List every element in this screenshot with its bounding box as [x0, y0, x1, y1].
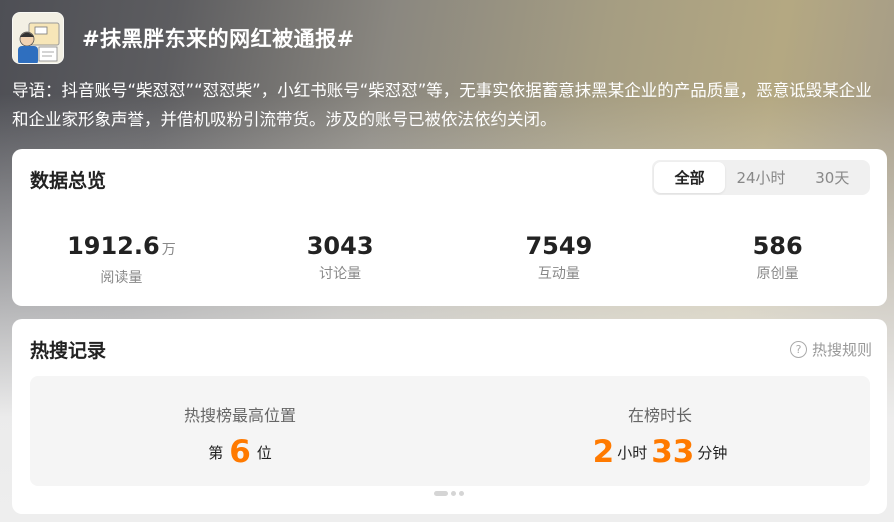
rank-value: 6 — [229, 434, 251, 470]
hot-search-record-card: 热搜记录 ? 热搜规则 热搜榜最高位置 第6位 在榜时长 2 小时 33 分钟 — [12, 319, 887, 514]
pager-dot[interactable] — [451, 491, 456, 496]
hot-search-stats-panel: 热搜榜最高位置 第6位 在榜时长 2 小时 33 分钟 — [30, 376, 870, 486]
pager-dot[interactable] — [459, 491, 464, 496]
tab-all[interactable]: 全部 — [654, 162, 726, 193]
stat-reads-label: 阅读量 — [100, 270, 143, 286]
stat-reads-unit: 万 — [161, 242, 176, 258]
rank-prefix: 第 — [208, 444, 224, 462]
time-on-list-label: 在榜时长 — [627, 406, 692, 425]
stat-interactions-label: 互动量 — [537, 266, 580, 282]
duration-hours-unit: 小时 — [617, 444, 648, 462]
stat-discussions-value: 3043 — [306, 232, 374, 260]
tab-24h[interactable]: 24小时 — [725, 162, 796, 193]
hot-search-rules-link[interactable]: ? 热搜规则 — [789, 339, 872, 360]
pager-dot-active[interactable] — [434, 491, 448, 496]
topic-intro: 导语：抖音账号“柴怼怼”“怼怼柴”，小红书账号“柴怼怼”等，无事实依据蓄意抹黑某… — [12, 81, 872, 129]
stat-originals-value: 586 — [752, 232, 803, 260]
stat-reads-value: 1912.6 — [67, 232, 160, 260]
time-range-segmented-control: 全部 24小时 30天 — [652, 160, 870, 195]
topic-thumbnail — [12, 12, 64, 64]
stat-originals: 586 原创量 — [668, 231, 887, 287]
duration-hours: 2 — [592, 434, 615, 470]
stat-discussions-label: 讨论量 — [319, 266, 362, 282]
duration-minutes-unit: 分钟 — [697, 444, 728, 462]
topic-title: #抹黑胖东来的网红被通报# — [82, 27, 355, 51]
highest-position: 热搜榜最高位置 第6位 — [30, 376, 450, 486]
overview-stats: 1912.6 万 阅读量 3043 讨论量 7549 互动量 586 原创量 — [12, 231, 887, 287]
stat-discussions: 3043 讨论量 — [231, 231, 450, 287]
stat-interactions: 7549 互动量 — [450, 231, 669, 287]
hot-search-rules-label: 热搜规则 — [811, 341, 872, 359]
stat-originals-label: 原创量 — [756, 266, 799, 282]
time-on-list: 在榜时长 2 小时 33 分钟 — [450, 376, 870, 486]
topic-header: #抹黑胖东来的网红被通报# — [12, 12, 355, 64]
tab-30d[interactable]: 30天 — [797, 162, 868, 193]
rank-suffix: 位 — [256, 444, 272, 462]
duration-minutes: 33 — [651, 434, 695, 470]
stat-reads: 1912.6 万 阅读量 — [12, 231, 231, 287]
highest-position-label: 热搜榜最高位置 — [183, 406, 296, 425]
data-overview-card: 数据总览 全部 24小时 30天 1912.6 万 阅读量 3043 讨论量 75… — [12, 149, 887, 306]
hot-search-title: 热搜记录 — [30, 340, 107, 362]
overview-title: 数据总览 — [30, 170, 107, 192]
stat-interactions-value: 7549 — [525, 232, 593, 260]
question-circle-icon: ? — [789, 341, 807, 358]
pager-dots[interactable] — [434, 491, 467, 496]
